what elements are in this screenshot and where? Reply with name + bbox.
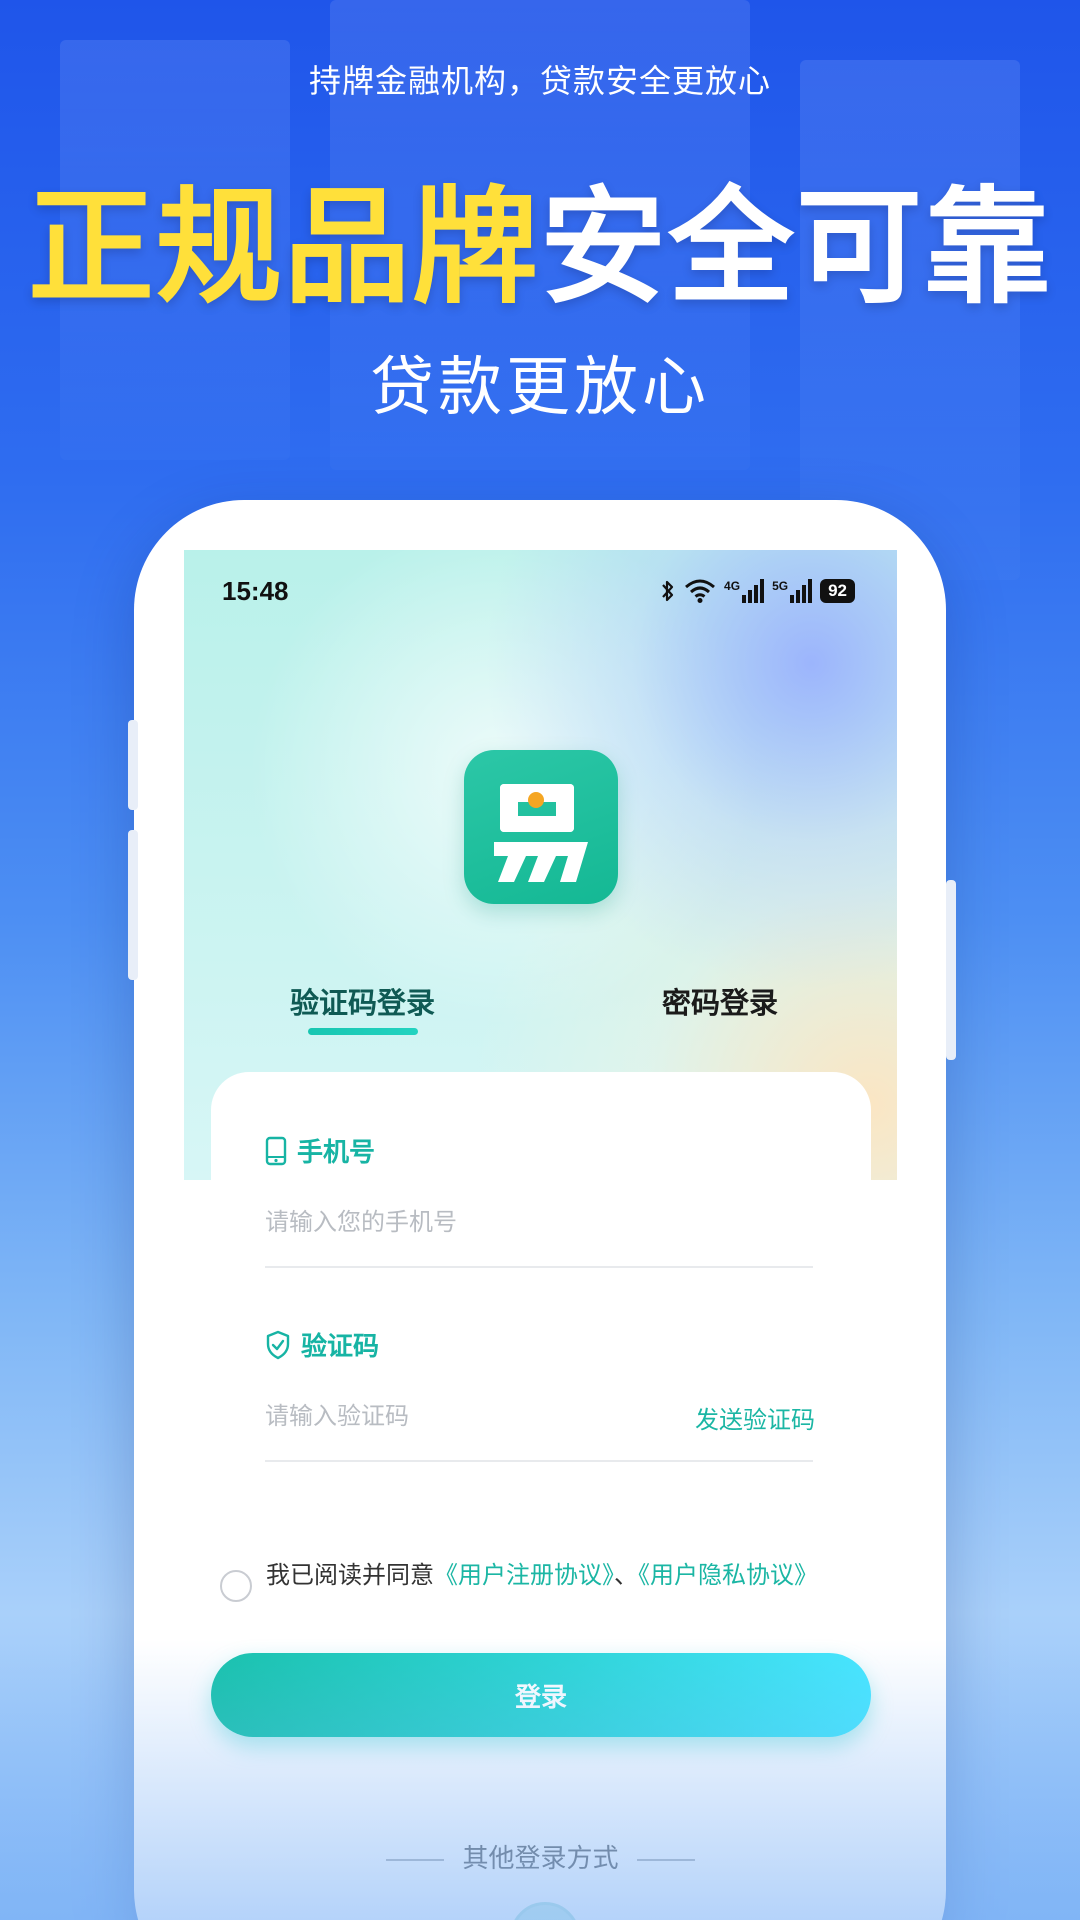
login-button[interactable]: 登录 [211, 1653, 871, 1737]
status-time: 15:48 [222, 576, 289, 606]
promo-page: 持牌金融机构，贷款安全更放心 正规品牌安全可靠 贷款更放心 15:48 4G 5… [0, 0, 1080, 1920]
tagline: 持牌金融机构，贷款安全更放心 [308, 62, 771, 100]
agreement-text: 我已阅读并同意《用户注册协议》、《用户隐私协议》 [266, 1560, 836, 1590]
agreement-checkbox[interactable] [220, 1570, 252, 1602]
app-logo-glyph [494, 784, 588, 882]
phone-input[interactable] [265, 1202, 813, 1242]
subline: 贷款更放心 [370, 351, 710, 425]
code-label-text: 验证码 [301, 1332, 380, 1362]
other-login-line-left [386, 1858, 445, 1861]
headline: 正规品牌安全可靠 [0, 178, 1080, 318]
phone-divider [265, 1266, 813, 1268]
code-input[interactable] [265, 1396, 645, 1436]
other-login-section: 其他登录方式 [184, 1838, 897, 1875]
phone-side-button [946, 880, 956, 1060]
shield-check-icon [266, 1330, 290, 1359]
login-form-card: 手机号 验证码 发送验证码 [211, 1072, 871, 1920]
send-code-button[interactable]: 发送验证码 [695, 1400, 815, 1435]
phone-field-label: 手机号 [265, 1132, 375, 1169]
phone-side-button [128, 830, 138, 980]
bluetooth-icon [662, 580, 674, 602]
app-logo [464, 750, 618, 904]
headline-yellow: 正规品牌 [28, 174, 540, 321]
code-divider [265, 1460, 813, 1462]
signal-4g: 4G [724, 579, 765, 603]
user-privacy-agreement-link[interactable]: 《用户隐私协议》 [638, 1561, 818, 1589]
phone-icon [265, 1136, 287, 1165]
signal-4g-label: 4G [724, 579, 741, 593]
tab-active-indicator [308, 1028, 418, 1035]
signal-5g-label: 5G [772, 579, 789, 593]
agreement-separator: 、 [614, 1561, 638, 1589]
headline-white: 安全可靠 [540, 174, 1052, 321]
status-icons: 4G 5G 92 [660, 578, 855, 604]
other-login-line-right [636, 1858, 695, 1861]
wifi-icon [685, 579, 716, 603]
code-field-label: 验证码 [265, 1326, 379, 1363]
user-registration-agreement-link[interactable]: 《用户注册协议》 [434, 1561, 614, 1589]
phone-side-button [128, 720, 138, 810]
tab-code-login[interactable]: 验证码登录 [290, 980, 435, 1022]
signal-5g: 5G [772, 579, 813, 603]
tab-password-login[interactable]: 密码登录 [662, 980, 778, 1022]
signal-bars-icon [742, 579, 765, 603]
other-login-label: 其他登录方式 [462, 1844, 619, 1874]
agreement-prefix: 我已阅读并同意 [266, 1561, 434, 1589]
login-tabs: 验证码登录 密码登录 [184, 980, 897, 1060]
signal-bars-icon [790, 579, 813, 603]
phone-label-text: 手机号 [297, 1138, 376, 1168]
battery-indicator: 92 [820, 579, 855, 603]
phone-screen: 15:48 4G 5G 92 验证码登录 密码登录 手机号 请输入您的手机号 验… [184, 550, 897, 1920]
status-bar: 15:48 4G 5G 92 [184, 576, 897, 616]
